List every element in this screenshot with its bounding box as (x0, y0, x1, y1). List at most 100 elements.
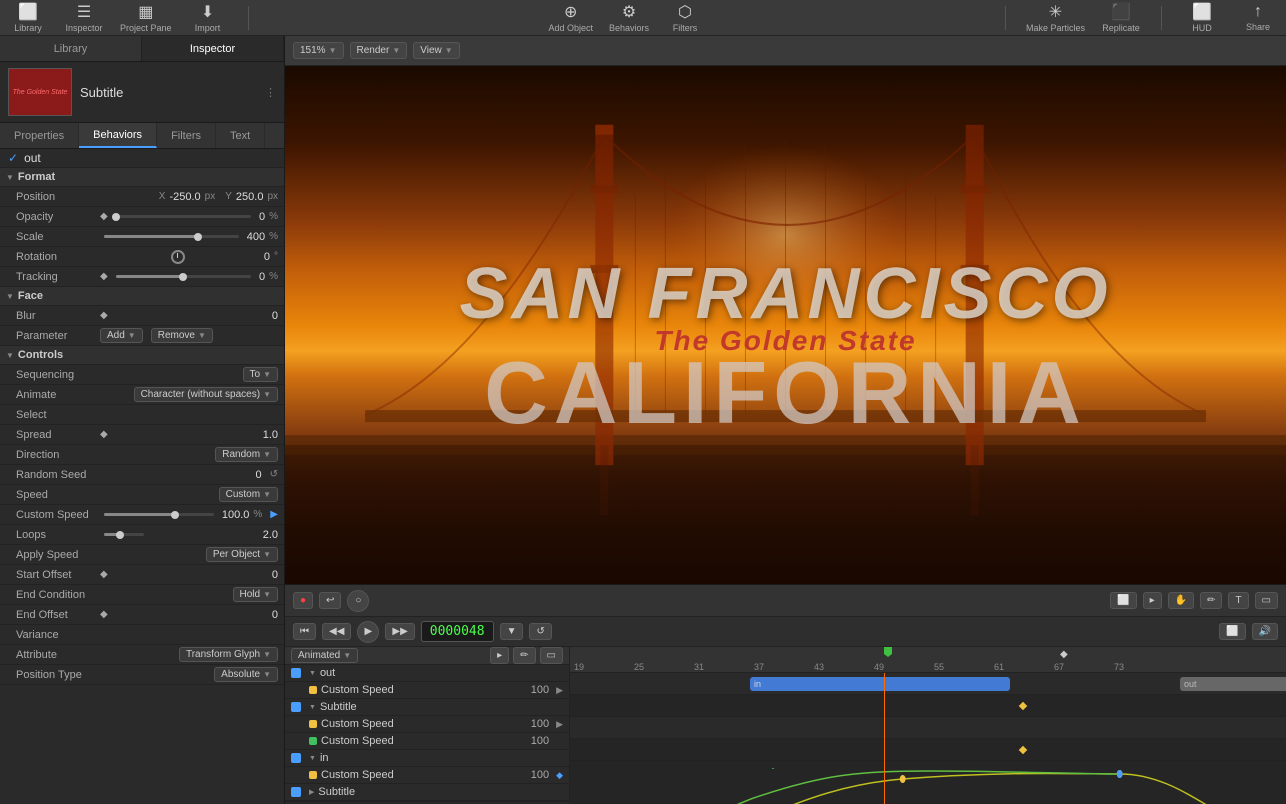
tab-filters[interactable]: Filters (157, 123, 216, 148)
random-seed-value[interactable]: 0 (255, 469, 261, 481)
face-section-header[interactable]: ▼ Face (0, 287, 284, 306)
start-offset-diamond[interactable]: ◆ (100, 569, 108, 580)
in-expand[interactable]: ▼ (309, 755, 316, 762)
tab-library[interactable]: Library (0, 36, 142, 61)
add-parameter-btn[interactable]: Add ▼ (100, 328, 143, 343)
step-forward-btn[interactable]: ▶▶ (385, 623, 414, 640)
toolbar-replicate[interactable]: ⬛ Replicate (1101, 2, 1141, 33)
out-expand[interactable]: ▼ (309, 670, 316, 677)
tracking-slider[interactable] (116, 275, 251, 278)
subtitle1-checkbox[interactable] (291, 702, 301, 712)
tl-square-tool[interactable]: ▭ (540, 647, 563, 664)
cs1-arrow[interactable]: ▶ (556, 685, 563, 696)
rotation-value[interactable]: 0 (264, 251, 270, 263)
view-btn[interactable]: View ▼ (413, 42, 459, 59)
loop-btn[interactable]: ↺ (529, 623, 551, 640)
random-seed-refresh[interactable]: ↺ (270, 469, 278, 480)
mute-btn[interactable]: 🔊 (1252, 623, 1278, 640)
blur-value[interactable]: 0 (272, 310, 278, 322)
tab-behaviors[interactable]: Behaviors (79, 123, 157, 148)
out-checkbox[interactable] (291, 668, 301, 678)
toolbar-import[interactable]: ⬇ Import (188, 2, 228, 33)
toolbar-behaviors[interactable]: ⚙ Behaviors (609, 2, 649, 33)
timecode-dropdown[interactable]: ▼ (500, 623, 524, 640)
end-offset-diamond[interactable]: ◆ (100, 609, 108, 620)
cs2-keyframe-1[interactable] (1019, 746, 1027, 754)
x-value[interactable]: -250.0 (169, 191, 200, 203)
position-type-dropdown[interactable]: Absolute ▼ (214, 667, 278, 682)
subtitle1-expand[interactable]: ▼ (309, 704, 316, 711)
canvas-select-tool[interactable]: ▸ (1143, 592, 1162, 609)
opacity-diamond[interactable]: ◆ (100, 211, 108, 222)
spread-value[interactable]: 1.0 (263, 429, 278, 441)
scale-value[interactable]: 400 (247, 231, 265, 243)
canvas-zoom-fit[interactable]: ⬜ (1110, 592, 1136, 609)
toolbar-filters[interactable]: ⬡ Filters (665, 2, 705, 33)
tab-inspector[interactable]: Inspector (142, 36, 284, 61)
format-section-header[interactable]: ▼ Format (0, 168, 284, 187)
loops-slider[interactable] (104, 533, 144, 536)
out-layer-checkbox[interactable]: ✓ (8, 151, 18, 165)
in-checkbox[interactable] (291, 753, 301, 763)
loops-value[interactable]: 2.0 (263, 529, 278, 541)
timecode-display[interactable]: 0000048 (421, 621, 494, 642)
canvas-shape-tool[interactable]: ▭ (1255, 592, 1278, 609)
canvas-text-tool[interactable]: T (1228, 592, 1248, 609)
controls-section-header[interactable]: ▼ Controls (0, 346, 284, 365)
tl-back-btn[interactable]: ↩ (319, 592, 341, 609)
play-btn[interactable]: ▶ (357, 621, 379, 643)
out-marker[interactable]: ◆ (1060, 649, 1068, 660)
custom-speed-slider[interactable] (104, 513, 214, 516)
remove-parameter-btn[interactable]: Remove ▼ (151, 328, 213, 343)
expand-timeline-btn[interactable]: ⬜ (1219, 623, 1245, 640)
start-offset-value[interactable]: 0 (272, 569, 278, 581)
toolbar-hud[interactable]: ⬜ HUD (1182, 2, 1222, 33)
zoom-display[interactable]: 151% ▼ (293, 42, 344, 59)
tl-circle-btn[interactable]: ○ (347, 590, 369, 612)
animate-dropdown[interactable]: Character (without spaces) ▼ (134, 387, 278, 402)
animated-dropdown[interactable]: Animated ▼ (291, 648, 358, 663)
rotation-dial[interactable] (171, 250, 185, 264)
end-condition-dropdown[interactable]: Hold ▼ (233, 587, 279, 602)
inspector-options-icon[interactable]: ⋮ (265, 86, 276, 99)
end-offset-value[interactable]: 0 (272, 609, 278, 621)
subtitle2-checkbox[interactable] (291, 787, 301, 797)
timeline-tracks[interactable]: 19 25 31 37 43 49 55 61 67 73 (570, 647, 1286, 804)
tl-pen-tool[interactable]: ✏ (513, 647, 535, 664)
out-bar[interactable]: out (1180, 677, 1286, 691)
toolbar-make-particles[interactable]: ✳ Make Particles (1026, 2, 1085, 33)
tl-record-btn[interactable]: ● (293, 592, 313, 609)
playhead-marker[interactable] (884, 647, 892, 657)
canvas-pen-tool[interactable]: ✏ (1200, 592, 1222, 609)
toolbar-project-pane[interactable]: ▦ Project Pane (120, 2, 172, 33)
render-btn[interactable]: Render ▼ (350, 42, 408, 59)
tracking-value[interactable]: 0 (259, 271, 265, 283)
spread-diamond[interactable]: ◆ (100, 429, 108, 440)
custom-speed-link[interactable]: ▶ (270, 509, 278, 520)
tl-select-tool[interactable]: ▸ (490, 647, 509, 664)
direction-dropdown[interactable]: Random ▼ (215, 447, 278, 462)
opacity-value[interactable]: 0 (259, 211, 265, 223)
opacity-slider[interactable] (116, 215, 251, 218)
attribute-dropdown[interactable]: Transform Glyph ▼ (179, 647, 278, 662)
tab-properties[interactable]: Properties (0, 123, 79, 148)
tracking-diamond[interactable]: ◆ (100, 271, 108, 282)
step-back-btn[interactable]: ◀◀ (322, 623, 351, 640)
canvas-hand-tool[interactable]: ✋ (1168, 592, 1194, 609)
back-to-start-btn[interactable]: ⏮ (293, 623, 316, 640)
cs1-keyframe-1[interactable] (1019, 702, 1027, 710)
toolbar-add-object[interactable]: ⊕ Add Object (548, 2, 593, 33)
tab-text[interactable]: Text (216, 123, 265, 148)
toolbar-share[interactable]: ↑ Share (1238, 3, 1278, 32)
main-canvas[interactable]: SAN FRANCISCO The Golden State CALIFORNI… (285, 66, 1286, 584)
blur-diamond[interactable]: ◆ (100, 310, 108, 321)
toolbar-library[interactable]: ⬜ Library (8, 2, 48, 33)
sequencing-dropdown[interactable]: To ▼ (243, 367, 278, 382)
sub1-cs1-arrow[interactable]: ▶ (556, 719, 563, 730)
subtitle2-expand[interactable]: ▶ (309, 788, 314, 796)
y-value[interactable]: 250.0 (236, 191, 264, 203)
toolbar-inspector[interactable]: ☰ Inspector (64, 2, 104, 33)
apply-speed-dropdown[interactable]: Per Object ▼ (206, 547, 278, 562)
custom-speed-value[interactable]: 100.0 (222, 509, 250, 521)
scale-slider[interactable] (104, 235, 239, 238)
